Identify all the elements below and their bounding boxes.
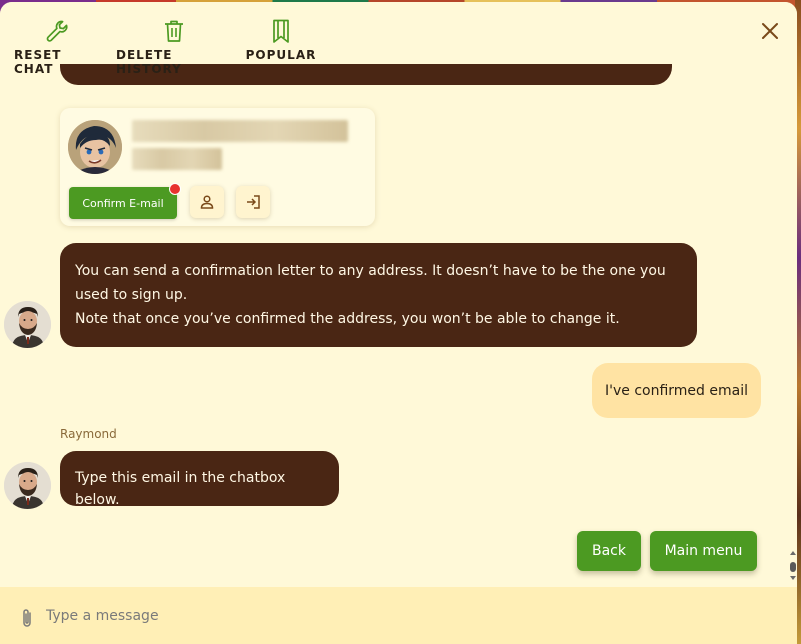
notification-dot [169,183,181,195]
reset-chat-label: RESET CHAT [14,48,62,76]
confirm-email-button[interactable]: Confirm E-mail [69,183,181,219]
user-message-text: I've confirmed email [605,382,748,399]
main-menu-button-label: Main menu [664,543,743,559]
back-button-label: Back [592,543,626,559]
person-icon [200,195,214,209]
scroll-up-icon[interactable] [790,550,796,556]
delete-history-label: DELETE HISTORY [116,48,182,76]
bot-message-text: Note that once you’ve confirmed the addr… [75,311,620,327]
trash-icon [165,20,183,42]
message-input[interactable] [46,603,766,629]
email-confirm-card: Confirm E-mail [60,108,375,226]
chat-history: Confirm E-mail You can send a confirmati… [0,2,797,587]
close-icon[interactable] [761,22,779,40]
scroll-thumb[interactable] [790,562,796,572]
message-composer [0,587,797,644]
chat-panel: Confirm E-mail You can send a confirmati… [0,2,797,644]
logout-button[interactable] [236,186,270,218]
bot-avatar [4,301,51,348]
chat-toolbar: RESET CHAT DELETE HISTORY POPULAR [0,2,797,76]
main-menu-button[interactable]: Main menu [650,531,757,571]
user-message: I've confirmed email [592,363,761,418]
blurred-username [132,120,348,142]
bot-message-text: Type this email in the chatbox below. [75,470,286,508]
delete-history-button[interactable]: DELETE HISTORY [116,18,232,76]
bookmark-icon [273,19,289,43]
wrench-icon [46,20,68,42]
popular-label: POPULAR [245,48,317,62]
bot-message: You can send a confirmation letter to an… [60,243,697,347]
back-button[interactable]: Back [577,531,641,571]
user-avatar [68,120,122,174]
confirm-email-label: Confirm E-mail [82,196,164,210]
bot-message: Type this email in the chatbox below. [60,451,339,508]
reset-chat-button[interactable]: RESET CHAT [14,18,100,76]
sender-name: Raymond [60,427,117,441]
chat-scrollbar[interactable] [789,62,797,587]
paperclip-icon[interactable] [18,607,36,629]
blurred-email [132,148,222,170]
scroll-down-icon[interactable] [790,575,796,581]
bot-message-text: You can send a confirmation letter to an… [75,263,666,303]
logout-icon [247,195,260,209]
bot-avatar [4,462,51,509]
popular-button[interactable]: POPULAR [245,18,317,62]
profile-button[interactable] [190,186,224,218]
